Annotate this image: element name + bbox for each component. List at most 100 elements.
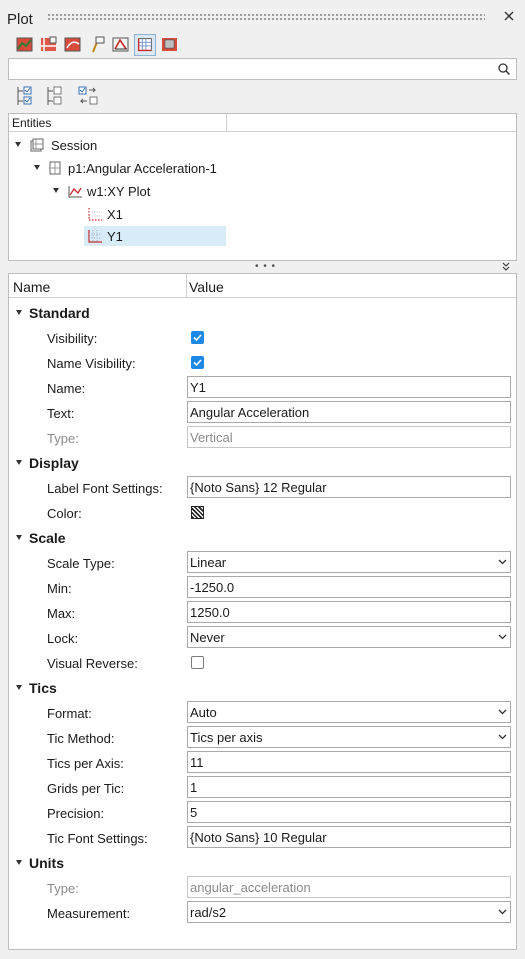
tics-per-axis-field[interactable]: 11: [187, 751, 511, 773]
entities-panel: Entities Session p1:Angular Acceleration…: [8, 113, 517, 261]
panel-splitter[interactable]: • • •: [255, 261, 276, 272]
property-label: Scale Type:: [47, 556, 115, 571]
property-label-font: Label Font Settings: {Noto Sans} 12 Regu…: [9, 475, 516, 500]
scale-type-select[interactable]: Linear: [187, 551, 511, 573]
entity-search-input[interactable]: [8, 58, 517, 80]
chevron-down-icon[interactable]: [498, 909, 507, 915]
property-label: Lock:: [47, 631, 79, 646]
tree-item-window[interactable]: w1:XY Plot: [9, 181, 309, 201]
precision-field[interactable]: 5: [187, 801, 511, 823]
min-field[interactable]: -1250.0: [187, 576, 511, 598]
collapse-chevron-icon[interactable]: [501, 262, 511, 272]
chevron-down-icon[interactable]: [498, 634, 507, 640]
panel-title: Plot: [7, 11, 33, 28]
name-visibility-checkbox[interactable]: [191, 356, 204, 369]
property-tics-per-axis: Tics per Axis: 11: [9, 750, 516, 775]
drag-grip[interactable]: [47, 13, 485, 22]
legend-icon[interactable]: [159, 34, 181, 56]
property-table-header: Name Value: [9, 274, 516, 298]
name-field[interactable]: Y1: [187, 376, 511, 398]
property-tic-font: Tic Font Settings: {Noto Sans} 10 Regula…: [9, 825, 516, 850]
property-label: Tics per Axis:: [47, 756, 124, 771]
entities-header-label: Entities: [12, 116, 52, 130]
property-min: Min: -1250.0: [9, 575, 516, 600]
property-label: Grids per Tic:: [47, 781, 125, 796]
page-icon: [49, 161, 61, 175]
grid-icon[interactable]: [134, 34, 156, 56]
chevron-down-icon[interactable]: [498, 709, 507, 715]
section-scale[interactable]: Scale: [9, 525, 516, 550]
curve-icon[interactable]: [62, 34, 84, 56]
tree-item-label: Y1: [107, 229, 123, 244]
property-label: Visibility:: [47, 331, 98, 346]
tree-item-session[interactable]: Session: [9, 135, 309, 155]
axis-icon[interactable]: [38, 34, 60, 56]
section-title: Scale: [29, 530, 66, 546]
section-title: Units: [29, 855, 64, 871]
property-label: Text:: [47, 406, 75, 421]
lock-select[interactable]: Never: [187, 626, 511, 648]
property-visual-reverse: Visual Reverse:: [9, 650, 516, 675]
property-label: Name Visibility:: [47, 356, 136, 371]
select-value: Tics per axis: [190, 730, 263, 745]
property-measurement: Measurement: rad/s2: [9, 900, 516, 925]
tree-item-label: w1:XY Plot: [87, 184, 151, 199]
property-label: Name:: [47, 381, 86, 396]
tree-item-page[interactable]: p1:Angular Acceleration-1: [9, 158, 309, 178]
section-standard[interactable]: Standard: [9, 300, 516, 325]
note-icon[interactable]: [86, 34, 108, 56]
color-swatch[interactable]: [191, 506, 204, 519]
chevron-down-icon[interactable]: [15, 142, 21, 147]
search-icon[interactable]: [497, 62, 511, 76]
chevron-down-icon[interactable]: [16, 460, 22, 465]
tree-item-label: Session: [51, 138, 98, 153]
property-label: Measurement:: [47, 906, 131, 921]
chevron-down-icon[interactable]: [16, 860, 22, 865]
property-label: Color:: [47, 506, 82, 521]
text-field[interactable]: Angular Acceleration: [187, 401, 511, 423]
property-label: Type:: [47, 431, 79, 446]
section-title: Standard: [29, 305, 90, 321]
format-select[interactable]: Auto: [187, 701, 511, 723]
property-name-visibility: Name Visibility:: [9, 350, 516, 375]
property-label: Tic Font Settings:: [47, 831, 148, 846]
chevron-down-icon[interactable]: [53, 188, 59, 193]
tree-item-y1[interactable]: Y1: [84, 226, 226, 246]
chevron-down-icon[interactable]: [498, 559, 507, 565]
chevron-down-icon[interactable]: [498, 734, 507, 740]
max-field[interactable]: 1250.0: [187, 601, 511, 623]
grids-per-tic-field[interactable]: 1: [187, 776, 511, 798]
close-icon[interactable]: [500, 7, 518, 25]
property-label: Max:: [47, 606, 76, 621]
property-label: Format:: [47, 706, 92, 721]
plot-icon[interactable]: [14, 34, 36, 56]
property-visibility: Visibility:: [9, 325, 516, 350]
tree-structure-icon[interactable]: [44, 84, 68, 108]
chevron-down-icon[interactable]: [16, 535, 22, 540]
section-units[interactable]: Units: [9, 850, 516, 875]
tree-item-x1[interactable]: X1: [9, 204, 309, 224]
entities-header: Entities: [9, 114, 516, 132]
label-font-field[interactable]: {Noto Sans} 12 Regular: [187, 476, 511, 498]
section-tics[interactable]: Tics: [9, 675, 516, 700]
chevron-down-icon[interactable]: [16, 310, 22, 315]
check-tree-icon[interactable]: [14, 84, 38, 108]
property-color: Color:: [9, 500, 516, 525]
xy-plot-icon: [68, 186, 82, 198]
tic-method-select[interactable]: Tics per axis: [187, 726, 511, 748]
column-divider[interactable]: [186, 274, 187, 298]
type-field: Vertical: [187, 426, 511, 448]
tree-toolbar: [14, 84, 114, 108]
visual-reverse-checkbox[interactable]: [191, 656, 204, 669]
select-value: Linear: [190, 555, 227, 570]
tree-item-label: p1:Angular Acceleration-1: [68, 161, 217, 176]
section-display[interactable]: Display: [9, 450, 516, 475]
visibility-checkbox[interactable]: [191, 331, 204, 344]
datum-icon[interactable]: [110, 34, 132, 56]
measurement-select[interactable]: rad/s2: [187, 901, 511, 923]
tic-font-field[interactable]: {Noto Sans} 10 Regular: [187, 826, 511, 848]
chevron-down-icon[interactable]: [34, 165, 40, 170]
property-grids-per-tic: Grids per Tic: 1: [9, 775, 516, 800]
sync-icon[interactable]: [76, 84, 100, 108]
chevron-down-icon[interactable]: [16, 685, 22, 690]
